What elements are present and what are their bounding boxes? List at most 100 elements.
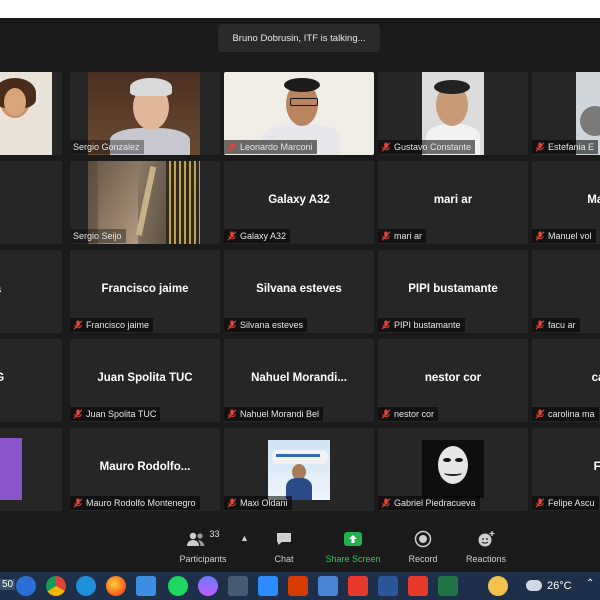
muted-mic-icon (73, 320, 83, 330)
muted-mic-icon (227, 142, 237, 152)
participant-tile[interactable]: Silvana esteves Silvana esteves (224, 250, 374, 333)
participant-name-label: Sergio Gonzalez (70, 140, 144, 154)
participant-label-text: Sergio Gonzalez (73, 142, 140, 152)
participant-name-label: Maxi Oldani (224, 496, 292, 510)
taskbar-badge[interactable]: 50 (0, 579, 16, 590)
share-screen-icon (344, 532, 362, 546)
reactions-icon (478, 531, 495, 547)
participant-tile[interactable]: Juan Spolita TUC Juan Spolita TUC (70, 339, 220, 422)
participant-name-label: Estefania E (532, 140, 599, 154)
participant-tile[interactable]: Gabriel Piedracueva (378, 428, 528, 511)
calculator-icon[interactable] (228, 576, 248, 596)
participant-tile[interactable]: Felip Felipe Ascu (532, 428, 600, 511)
participant-tile[interactable]: Maxi Oldani (224, 428, 374, 511)
record-icon (414, 530, 432, 548)
participant-name-label: Galaxy A32 (224, 229, 291, 243)
chat-button[interactable]: Chat (262, 520, 306, 572)
participants-count: 33 (209, 529, 220, 539)
participant-tile[interactable]: Mauro Rodolfo... Mauro Rodolfo Montenegro (70, 428, 220, 511)
help-icon[interactable] (488, 576, 508, 596)
temperature: 26°C (547, 580, 572, 592)
pdf-icon-2[interactable] (408, 576, 428, 596)
share-screen-button[interactable]: Share Screen (322, 520, 384, 572)
participant-name-center: Francisco jaime (101, 283, 189, 295)
participant-label-text: PIPI bustamante (394, 320, 461, 330)
word-icon[interactable] (378, 576, 398, 596)
participant-label-text: Galaxy A32 (240, 231, 287, 241)
participant-tile[interactable]: Sergio Gonzalez (70, 72, 220, 155)
participant-name-center: Nahuel Morandi... (251, 372, 347, 384)
muted-mic-icon (381, 231, 391, 241)
participant-tile[interactable]: Francisco jaime Francisco jaime (70, 250, 220, 333)
participant-tile[interactable]: mora (0, 250, 62, 333)
participant-name-center: fa (532, 283, 600, 295)
share-screen-label: Share Screen (325, 554, 381, 564)
zoom-window: Bruno Dobrusin, ITF is talking... ini-Ae… (0, 0, 600, 600)
participant-tile[interactable]: Sergio Seijo (70, 161, 220, 244)
participant-tile[interactable]: tara (0, 161, 62, 244)
pdf-icon[interactable] (348, 576, 368, 596)
participant-video (0, 72, 52, 155)
record-label: Record (408, 554, 438, 564)
muted-mic-icon (535, 142, 545, 152)
participants-button[interactable]: 33 Participants (172, 520, 234, 572)
windows-taskbar: 50 26°C ⌃ (0, 572, 600, 600)
chrome-icon[interactable] (46, 576, 66, 596)
participant-tile[interactable]: mari ar mari ar (378, 161, 528, 244)
participant-label-text: mari ar (394, 231, 423, 241)
participant-tile[interactable]: Gustavo Constante (378, 72, 528, 155)
muted-mic-icon (227, 231, 237, 241)
store-icon[interactable] (136, 576, 156, 596)
office-icon[interactable] (288, 576, 308, 596)
participant-tile[interactable]: Estefania E (532, 72, 600, 155)
edge-dev-icon[interactable] (76, 576, 96, 596)
participant-label-text: Gabriel Piedracueva (394, 498, 476, 508)
participant-tile[interactable]: PIPI bustamante PIPI bustamante (378, 250, 528, 333)
reactions-label: Reactions (465, 554, 507, 564)
participant-name-label: Francisco jaime (70, 318, 154, 332)
paint-icon[interactable] (318, 576, 338, 596)
spotify-icon[interactable] (168, 576, 188, 596)
participant-tile[interactable]: Nahuel Morandi... Nahuel Morandi Bel (224, 339, 374, 422)
participant-tile[interactable]: Leonardo Marconi (224, 72, 374, 155)
participant-name-center: ón HG (0, 372, 62, 384)
excel-icon[interactable] (438, 576, 458, 596)
participant-video (422, 440, 484, 498)
record-button[interactable]: Record (400, 520, 446, 572)
participant-label-text: Mauro Rodolfo Montenegro (86, 498, 196, 508)
participant-tile[interactable]: fa facu ar (532, 250, 600, 333)
participant-tile[interactable]: Galaxy A32 Galaxy A32 (224, 161, 374, 244)
chevron-up-icon[interactable]: ⌃ (586, 578, 594, 589)
participant-tile[interactable]: Manuel Manuel vol (532, 161, 600, 244)
participant-label-text: Felipe Ascu (548, 498, 595, 508)
muted-mic-icon (535, 409, 545, 419)
reactions-button[interactable]: Reactions (460, 520, 512, 572)
participant-label-text: facu ar (548, 320, 576, 330)
zoom-icon[interactable] (258, 576, 278, 596)
edge-icon[interactable] (16, 576, 36, 596)
muted-mic-icon (73, 409, 83, 419)
participant-tile[interactable]: nestor cor nestor cor (378, 339, 528, 422)
participant-label-text: nestor cor (394, 409, 435, 419)
participant-tile[interactable]: ón HG (0, 339, 62, 422)
participant-tile[interactable]: caroli carolina ma (532, 339, 600, 422)
participant-tile[interactable] (0, 428, 62, 511)
participant-name-center: mora (0, 283, 62, 295)
participant-name-center: Silvana esteves (256, 283, 342, 295)
participant-label-text: Francisco jaime (86, 320, 150, 330)
participant-name-center: caroli (591, 372, 600, 384)
firefox-icon[interactable] (106, 576, 126, 596)
participant-name-label: mari ar (378, 229, 427, 243)
participant-label-text: Nahuel Morandi Bel (240, 409, 320, 419)
muted-mic-icon (73, 498, 83, 508)
droplet-icon[interactable] (198, 576, 218, 596)
participant-label-text: Manuel vol (548, 231, 592, 241)
participant-label-text: Leonardo Marconi (240, 142, 313, 152)
participant-name-label: Leonardo Marconi (224, 140, 317, 154)
participant-label-text: Juan Spolita TUC (86, 409, 157, 419)
chat-label: Chat (274, 554, 294, 564)
participants-caret-icon[interactable]: ▲ (240, 533, 249, 543)
muted-mic-icon (227, 498, 237, 508)
participants-icon (187, 532, 205, 546)
participant-tile[interactable]: ini-Aerolíne... (0, 72, 62, 155)
